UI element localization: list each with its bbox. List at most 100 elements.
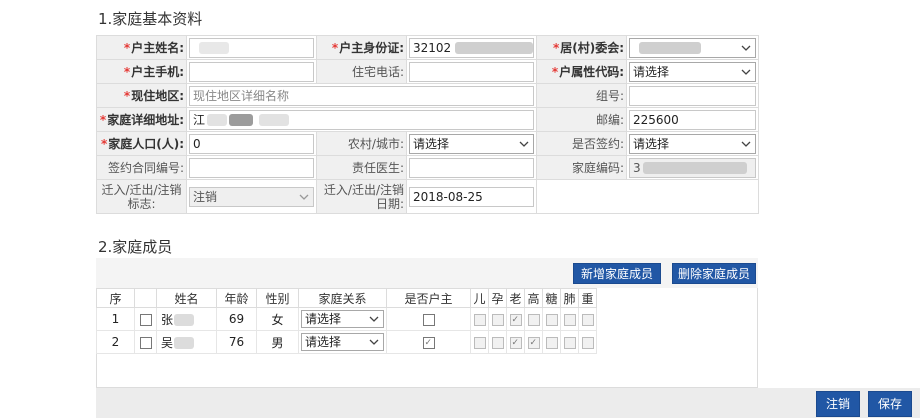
- signed-label: 是否签约:: [536, 131, 627, 156]
- col-age: 年龄: [216, 288, 257, 308]
- col-diabetes: 糖: [542, 288, 561, 308]
- head-name-label: *户主姓名:: [96, 35, 187, 60]
- check-icon: ✓: [424, 337, 433, 348]
- migrate-flag-label: 迁入/迁出/注销标志:: [96, 179, 187, 214]
- committee-select[interactable]: [629, 37, 756, 58]
- basic-info-form: *户主姓名: *户主身份证: 32102 *居(村)委会: *户主手机: 住宅电…: [96, 35, 759, 214]
- chevron-down-icon: [369, 339, 379, 345]
- diabetes-checkbox: [545, 313, 558, 326]
- group-label: 组号:: [536, 83, 627, 108]
- table-row[interactable]: 2 吴 76 男 请选择 ✓ ✓ ✓: [96, 330, 597, 354]
- col-hypertension: 高: [524, 288, 543, 308]
- col-elderly: 老: [506, 288, 525, 308]
- elderly-checkbox: ✓: [509, 336, 522, 349]
- save-button[interactable]: 保存: [868, 391, 912, 417]
- migrate-flag-select: 注销: [189, 186, 314, 207]
- household-type-select[interactable]: 请选择: [629, 61, 756, 82]
- check-icon: ✓: [529, 337, 538, 348]
- relation-select[interactable]: 请选择: [301, 333, 384, 351]
- home-phone-label: 住宅电话:: [316, 59, 407, 84]
- row-seq: 2: [96, 330, 135, 354]
- chevron-down-icon: [741, 141, 751, 147]
- hypertension-checkbox: [527, 313, 540, 326]
- section-title-members: 2.家庭成员: [98, 238, 173, 256]
- col-name: 姓名: [156, 288, 217, 308]
- migrate-date-label: 迁入/迁出/注销日期:: [316, 179, 407, 214]
- row-name: 张: [156, 307, 217, 331]
- family-code-input[interactable]: 3: [629, 157, 756, 178]
- family-code-label: 家庭编码:: [536, 155, 627, 180]
- pregnant-checkbox: [491, 313, 504, 326]
- chevron-down-icon: [741, 45, 751, 51]
- check-icon: ✓: [511, 337, 520, 348]
- col-seq: 序: [96, 288, 135, 308]
- postcode-label: 邮编:: [536, 107, 627, 132]
- severe-mental-checkbox: [581, 336, 594, 349]
- row-select-checkbox[interactable]: [139, 336, 152, 349]
- group-input[interactable]: [629, 85, 756, 106]
- row-name: 吴: [156, 330, 217, 354]
- check-icon: ✓: [511, 314, 520, 325]
- rural-urban-select[interactable]: 请选择: [409, 133, 534, 154]
- row-age: 69: [216, 307, 257, 331]
- col-relation: 家庭关系: [298, 288, 387, 308]
- is-head-checkbox[interactable]: ✓: [422, 336, 435, 349]
- row-sex: 男: [256, 330, 299, 354]
- head-id-label: *户主身份证:: [316, 35, 407, 60]
- col-child: 儿: [470, 288, 489, 308]
- delete-member-button[interactable]: 删除家庭成员: [672, 263, 756, 284]
- current-area-input[interactable]: 现住地区详细名称: [189, 85, 534, 106]
- cancel-record-button[interactable]: 注销: [816, 391, 860, 417]
- population-label: *家庭人口(人):: [96, 131, 187, 156]
- col-sex: 性别: [256, 288, 299, 308]
- row-age: 76: [216, 330, 257, 354]
- signed-select[interactable]: 请选择: [629, 133, 756, 154]
- table-row[interactable]: 1 张 69 女 请选择 ✓: [96, 307, 597, 331]
- child-checkbox: [473, 336, 486, 349]
- diabetes-checkbox: [545, 336, 558, 349]
- migrate-date-input[interactable]: 2018-08-25: [409, 186, 534, 207]
- row-select-checkbox[interactable]: [139, 313, 152, 326]
- detail-address-label: *家庭详细地址:: [96, 107, 187, 132]
- tuberculosis-checkbox: [563, 313, 576, 326]
- child-checkbox: [473, 313, 486, 326]
- contract-no-label: 签约合同编号:: [96, 155, 187, 180]
- pregnant-checkbox: [491, 336, 504, 349]
- home-phone-input[interactable]: [409, 61, 534, 82]
- col-tuberculosis: 肺: [560, 288, 579, 308]
- members-table: 序 姓名 年龄 性别 家庭关系 是否户主 儿 孕 老 高 糖 肺 重 1 张 6…: [96, 288, 597, 354]
- head-name-input[interactable]: [189, 37, 314, 58]
- col-pregnant: 孕: [488, 288, 507, 308]
- row-sex: 女: [256, 307, 299, 331]
- head-phone-label: *户主手机:: [96, 59, 187, 84]
- head-id-input[interactable]: 32102: [409, 37, 534, 58]
- col-is-head: 是否户主: [386, 288, 471, 308]
- chevron-down-icon: [369, 316, 379, 322]
- household-type-label: *户属性代码:: [536, 59, 627, 84]
- detail-address-input[interactable]: 江: [189, 109, 534, 130]
- postcode-input[interactable]: 225600: [629, 109, 756, 130]
- col-select: [134, 288, 157, 308]
- col-severe-mental: 重: [578, 288, 597, 308]
- committee-label: *居(村)委会:: [536, 35, 627, 60]
- relation-select[interactable]: 请选择: [301, 310, 384, 328]
- rural-urban-label: 农村/城市:: [316, 131, 407, 156]
- section-title-basic: 1.家庭基本资料: [98, 10, 203, 28]
- left-gutter: [0, 0, 94, 418]
- elderly-checkbox: ✓: [509, 313, 522, 326]
- severe-mental-checkbox: [581, 313, 594, 326]
- footer-bar: [96, 388, 920, 418]
- doctor-input[interactable]: [409, 157, 534, 178]
- current-area-label: *现住地区:: [96, 83, 187, 108]
- chevron-down-icon: [299, 194, 309, 200]
- is-head-checkbox[interactable]: [422, 313, 435, 326]
- population-input[interactable]: 0: [189, 133, 314, 154]
- tuberculosis-checkbox: [563, 336, 576, 349]
- contract-no-input[interactable]: [189, 157, 314, 178]
- hypertension-checkbox: ✓: [527, 336, 540, 349]
- head-phone-input[interactable]: [189, 61, 314, 82]
- add-member-button[interactable]: 新增家庭成员: [573, 263, 661, 284]
- chevron-down-icon: [519, 141, 529, 147]
- chevron-down-icon: [741, 69, 751, 75]
- row-seq: 1: [96, 307, 135, 331]
